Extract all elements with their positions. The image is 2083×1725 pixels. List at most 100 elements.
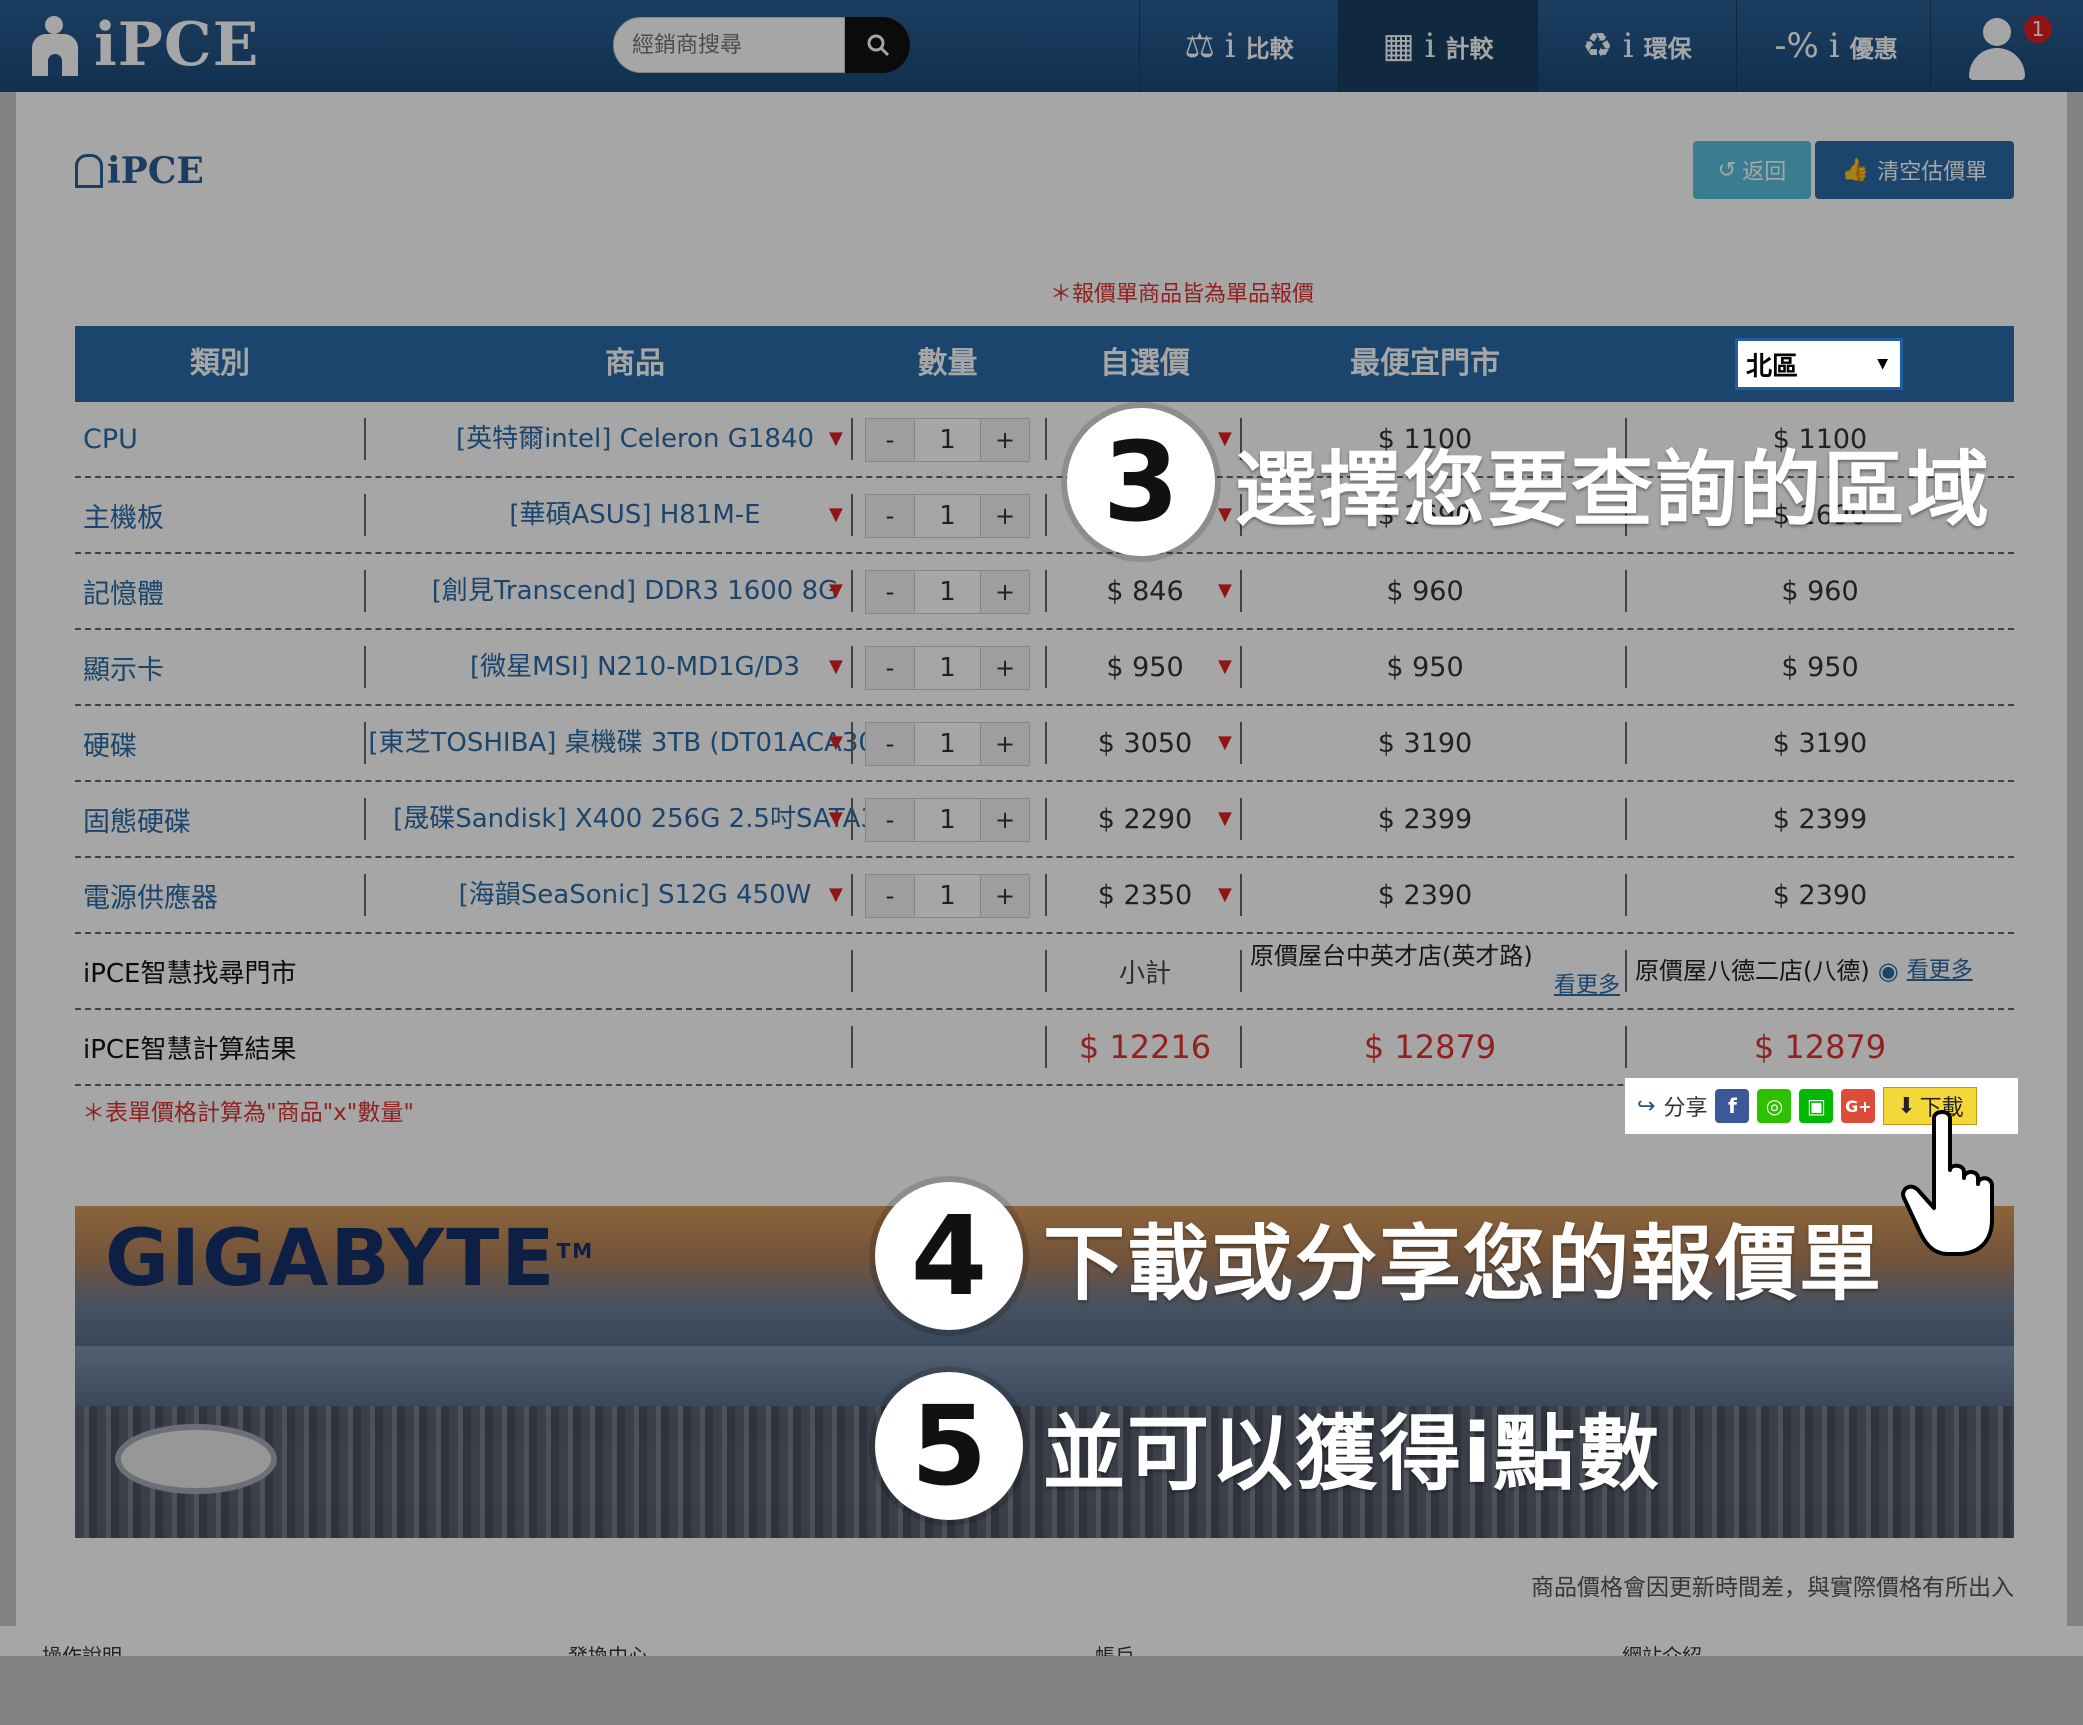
caret-down-icon[interactable]: ▼ — [1218, 884, 1232, 905]
google-plus-icon[interactable]: G+ — [1841, 1089, 1876, 1123]
cheapest-store-name: 原價屋台中英才店(英才路) — [1250, 942, 1533, 970]
clear-quote-button[interactable]: 👍 清空估價單 — [1815, 141, 2014, 199]
row-product[interactable]: [英特爾intel] Celeron G1840 — [365, 402, 905, 476]
table-header: 類別 商品 數量 自選價 最便宜門市 — [75, 326, 2014, 402]
search-icon — [867, 34, 889, 57]
user-menu[interactable] — [1930, 0, 2083, 92]
qty-value[interactable]: 1 — [914, 875, 981, 917]
col-quantity: 數量 — [917, 346, 978, 381]
row-self-price: $ 3050 — [1097, 727, 1193, 759]
nav-eco[interactable]: ♻ i 環保 — [1537, 0, 1736, 92]
back-button[interactable]: ↺ 返回 — [1693, 141, 1811, 199]
qty-value[interactable]: 1 — [914, 723, 981, 765]
quantity-stepper[interactable]: - 1 + — [865, 418, 1030, 462]
qty-plus-button[interactable]: + — [981, 495, 1029, 537]
step-text: 並可以獲得i點數 — [1043, 1406, 1662, 1502]
see-more-link[interactable]: 看更多 — [1554, 971, 1620, 1001]
qty-value[interactable]: 1 — [914, 495, 981, 537]
row-category: 電源供應器 — [83, 882, 218, 914]
qty-plus-button[interactable]: + — [981, 875, 1029, 917]
qty-plus-button[interactable]: + — [981, 419, 1029, 461]
row-self-price: $ 846 — [1106, 575, 1184, 607]
search-button[interactable] — [845, 17, 910, 73]
wechat-icon[interactable]: ◎ — [1757, 1089, 1792, 1123]
row-region-price: $ 960 — [1781, 575, 1859, 607]
qty-minus-button[interactable]: - — [866, 723, 914, 765]
row-category: 固態硬碟 — [83, 806, 191, 838]
facebook-icon[interactable]: f — [1715, 1089, 1750, 1123]
qty-plus-button[interactable]: + — [981, 571, 1029, 613]
caret-down-icon[interactable]: ▼ — [1218, 580, 1232, 601]
row-cheapest-price: $ 3190 — [1377, 727, 1473, 759]
caret-down-icon[interactable]: ▼ — [1218, 808, 1232, 829]
row-region-price: $ 950 — [1781, 651, 1859, 683]
qty-plus-button[interactable]: + — [981, 799, 1029, 841]
row-cheapest-price: $ 950 — [1386, 651, 1464, 683]
nav-calculate[interactable]: ▦ i 計較 — [1338, 0, 1537, 92]
qty-minus-button[interactable]: - — [866, 495, 914, 537]
logo-text: iPCE — [94, 10, 260, 80]
row-category: 記憶體 — [83, 578, 164, 610]
caret-down-icon[interactable]: ▼ — [829, 504, 843, 525]
row-region-price: $ 3190 — [1772, 727, 1868, 759]
qty-minus-button[interactable]: - — [866, 419, 914, 461]
qty-minus-button[interactable]: - — [866, 799, 914, 841]
row-product[interactable]: [海韻SeaSonic] S12G 450W — [365, 858, 905, 932]
qty-minus-button[interactable]: - — [866, 647, 914, 689]
caret-down-icon[interactable]: ▼ — [1218, 732, 1232, 753]
banner-stadium — [115, 1424, 277, 1494]
qty-value[interactable]: 1 — [914, 647, 981, 689]
banner-brand: GIGABYTETM — [105, 1214, 595, 1304]
row-product[interactable]: [創見Transcend] DDR3 1600 8G — [365, 554, 905, 628]
logo-icon — [28, 16, 82, 76]
row-region-price: $ 2399 — [1772, 803, 1868, 835]
page-background — [0, 1656, 2083, 1725]
region-select-highlight[interactable]: 北區 ▼ — [1735, 338, 1903, 390]
calc-note: ＊表單價格計算為"商品"x"數量" — [82, 1100, 414, 1126]
nav-compare[interactable]: ⚖ i 比較 — [1139, 0, 1338, 92]
caret-down-icon[interactable]: ▼ — [829, 884, 843, 905]
caret-down-icon[interactable]: ▼ — [829, 656, 843, 677]
qty-value[interactable]: 1 — [914, 419, 981, 461]
row-cheapest-price: $ 2399 — [1377, 803, 1473, 835]
clear-label: 清空估價單 — [1877, 160, 1988, 185]
caret-down-icon[interactable]: ▼ — [829, 580, 843, 601]
table-row: 顯示卡 [微星MSI] N210-MD1G/D3 ▼ - 1 + $ 950 ▼… — [75, 630, 2014, 706]
nav-i: i — [1424, 26, 1436, 66]
row-product[interactable]: [晟碟Sandisk] X400 256G 2.5吋SATA3 — [365, 782, 905, 856]
row-product[interactable]: [微星MSI] N210-MD1G/D3 — [365, 630, 905, 704]
quantity-stepper[interactable]: - 1 + — [865, 646, 1030, 690]
site-logo[interactable]: iPCE — [28, 10, 259, 80]
caret-down-icon[interactable]: ▼ — [829, 732, 843, 753]
qty-plus-button[interactable]: + — [981, 723, 1029, 765]
row-product[interactable]: [東芝TOSHIBA] 桌機碟 3TB (DT01ACA300) — [365, 706, 905, 780]
share-icon: ↪ — [1637, 1093, 1656, 1119]
row-product[interactable]: [華碩ASUS] H81M-E — [365, 478, 905, 552]
nav-discount[interactable]: -% i 優惠 — [1736, 0, 1935, 92]
search-input[interactable] — [613, 17, 845, 73]
row-category: 顯示卡 — [83, 654, 164, 686]
price-disclaimer: 商品價格會因更新時間差，與實際價格有所出入 — [1531, 1575, 2014, 1601]
caret-down-icon[interactable]: ▼ — [829, 428, 843, 449]
qty-value[interactable]: 1 — [914, 799, 981, 841]
caret-down-icon[interactable]: ▼ — [829, 808, 843, 829]
quantity-stepper[interactable]: - 1 + — [865, 874, 1030, 918]
thumbs-up-icon: 👍 — [1841, 157, 1870, 183]
quantity-stepper[interactable]: - 1 + — [865, 798, 1030, 842]
qty-plus-button[interactable]: + — [981, 647, 1029, 689]
col-self-price: 自選價 — [1100, 346, 1190, 381]
line-icon[interactable]: ▣ — [1799, 1089, 1834, 1123]
qty-minus-button[interactable]: - — [866, 875, 914, 917]
qty-minus-button[interactable]: - — [866, 571, 914, 613]
location-icon: ◉ — [1877, 957, 1899, 985]
quantity-stepper[interactable]: - 1 + — [865, 722, 1030, 766]
caret-down-icon[interactable]: ▼ — [1218, 656, 1232, 677]
quantity-stepper[interactable]: - 1 + — [865, 494, 1030, 538]
row-category: 硬碟 — [83, 730, 137, 762]
quantity-stepper[interactable]: - 1 + — [865, 570, 1030, 614]
see-more-link[interactable]: 看更多 — [1907, 956, 1973, 986]
nav-i: i — [1828, 26, 1840, 66]
step-4: 4 下載或分享您的報價單 — [875, 1182, 1883, 1330]
qty-value[interactable]: 1 — [914, 571, 981, 613]
nav-i: i — [1224, 26, 1236, 66]
